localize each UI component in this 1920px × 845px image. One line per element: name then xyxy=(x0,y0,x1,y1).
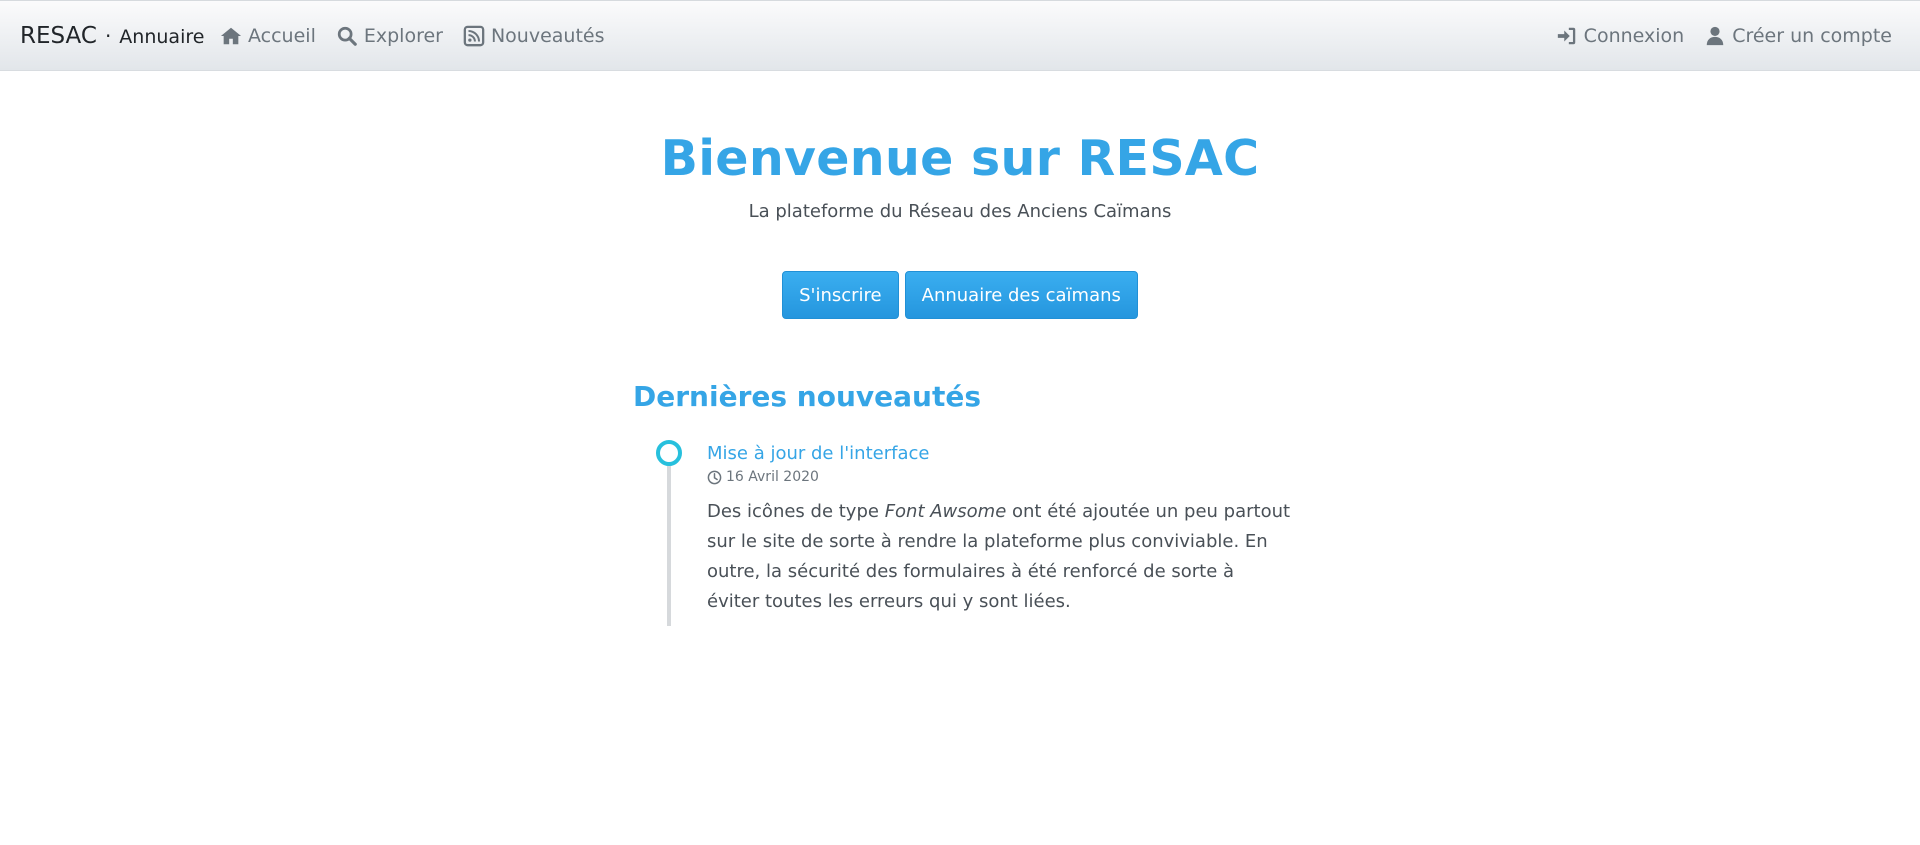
timeline-line xyxy=(667,460,671,626)
hero-subtitle: La plateforme du Réseau des Anciens Caïm… xyxy=(748,201,1172,222)
timeline: Mise à jour de l'interface 16 Avril 2020… xyxy=(633,438,1293,628)
nav-link-creer-compte[interactable]: Créer un compte xyxy=(1704,25,1892,47)
news-item-text: Des icônes de type Font Awsome ont été a… xyxy=(707,497,1292,617)
news-item-date-text: 16 Avril 2020 xyxy=(726,469,819,485)
sign-in-icon xyxy=(1557,27,1575,45)
brand-name: RESAC xyxy=(20,23,97,49)
hero: Bienvenue sur RESAC La plateforme du Rés… xyxy=(0,130,1920,222)
nav-left: Accueil Explorer Nouveautés xyxy=(220,25,605,47)
nav-link-accueil[interactable]: Accueil xyxy=(220,25,316,47)
nav-link-label: Accueil xyxy=(248,25,316,47)
news-item-text-start: Des icônes de type xyxy=(707,501,885,522)
nav-right: Connexion Créer un compte xyxy=(1556,25,1892,47)
home-icon xyxy=(220,27,242,45)
nav-link-label: Explorer xyxy=(363,25,443,47)
nav-link-explorer[interactable]: Explorer xyxy=(336,25,443,47)
nav-link-connexion[interactable]: Connexion xyxy=(1556,25,1685,47)
search-icon xyxy=(337,26,357,46)
navbar: RESAC · Annuaire Accueil Explorer Nouvea… xyxy=(0,0,1920,71)
nav-link-label: Nouveautés xyxy=(490,25,605,47)
hero-buttons: S'inscrire Annuaire des caïmans xyxy=(0,271,1920,319)
news-item-date: 16 Avril 2020 xyxy=(707,469,1292,485)
news-section: Dernières nouveautés xyxy=(633,380,1293,413)
clock-icon xyxy=(707,470,722,484)
nav-link-label: Créer un compte xyxy=(1732,25,1892,47)
brand-subtitle: Annuaire xyxy=(119,26,205,48)
signup-button[interactable]: S'inscrire xyxy=(782,271,899,319)
brand[interactable]: RESAC · Annuaire xyxy=(20,23,204,49)
nav-link-nouveautes[interactable]: Nouveautés xyxy=(463,25,605,47)
rss-icon xyxy=(463,25,485,47)
news-item-title[interactable]: Mise à jour de l'interface xyxy=(707,443,929,464)
brand-separator: · xyxy=(104,24,112,48)
timeline-dot xyxy=(656,440,682,466)
hero-title: Bienvenue sur RESAC xyxy=(660,130,1260,187)
timeline-item: Mise à jour de l'interface 16 Avril 2020… xyxy=(707,443,1292,617)
nav-link-label: Connexion xyxy=(1583,25,1685,47)
news-heading: Dernières nouveautés xyxy=(633,380,981,413)
directory-button[interactable]: Annuaire des caïmans xyxy=(904,271,1138,319)
user-icon xyxy=(1706,26,1724,46)
news-item-text-emphasis: Font Awsome xyxy=(884,501,1007,522)
